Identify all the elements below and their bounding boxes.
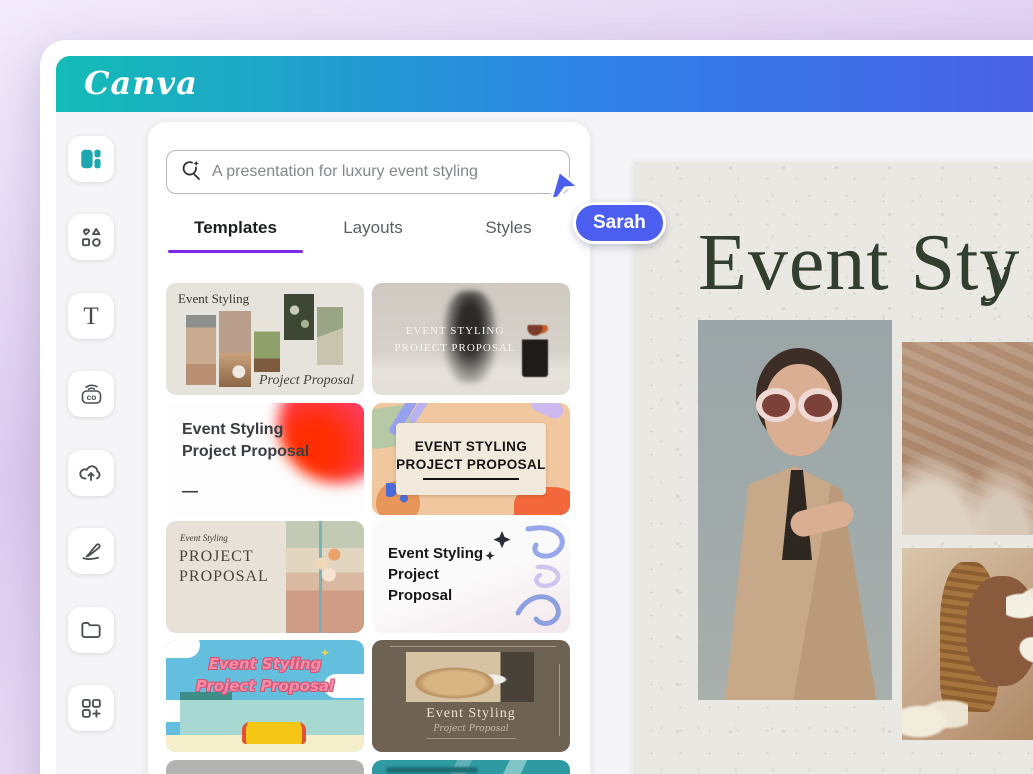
template-subtitle: Project Proposal: [259, 373, 354, 389]
template-card-gradient-blob[interactable]: Event Styling Project Proposal —: [166, 403, 364, 515]
sidebar-item-apps[interactable]: [68, 685, 114, 731]
template-caption: EVENT STYLING PROJECT PROPOSAL: [390, 323, 520, 356]
templates-panel: Templates Layouts Styles Event Styling P…: [148, 122, 590, 774]
eyebrow-text: Event Styling: [180, 533, 228, 543]
canvas-title-text[interactable]: Event Sty: [698, 218, 1020, 309]
underline-rule: [423, 478, 519, 480]
sidebar-item-text[interactable]: T: [68, 293, 114, 339]
sunglasses-lens: [804, 394, 832, 417]
folder-icon: [78, 617, 104, 643]
title-line1: Event Styling: [209, 655, 322, 673]
design-canvas[interactable]: Event Sty y: [634, 162, 1033, 774]
collaborator-name-badge: Sarah: [573, 202, 666, 244]
template-title: Event Styling Project Proposal: [182, 419, 309, 462]
moodboard-photo: [317, 307, 343, 365]
template-title: PROJECT PROPOSAL: [179, 547, 269, 587]
template-card-beige-split[interactable]: Event Styling PROJECT PROPOSAL: [166, 521, 364, 633]
collage-text-panel: EVENT STYLING PROJECT PROPOSAL: [396, 423, 546, 495]
screenshot-stage: Canva T: [0, 0, 1033, 774]
dash-mark: —: [182, 483, 198, 501]
title-line2: PROJECT PROPOSAL: [396, 456, 546, 474]
template-card-brown-minimal[interactable]: Event Styling Project Proposal: [372, 640, 570, 752]
model-sunglasses-portrait[interactable]: [698, 320, 892, 700]
sunglasses-lens: [762, 394, 790, 417]
template-card-blurred-photo[interactable]: EVENT STYLING PROJECT PROPOSAL: [372, 283, 570, 395]
magic-search-icon: [179, 158, 203, 187]
sidebar-item-draw[interactable]: [68, 528, 114, 574]
table-setting-photo: [286, 521, 364, 633]
title-line2: PROPOSAL: [179, 568, 269, 585]
app-header: Canva: [56, 56, 1033, 112]
side-table-with-flowers: [522, 325, 548, 377]
template-card-partial-gray[interactable]: [166, 760, 364, 774]
template-title: Event Styling Project Proposal: [388, 543, 483, 606]
bowl-interior-photo: [406, 652, 534, 702]
template-card-pastel-collage[interactable]: EVENT STYLING PROJECT PROPOSAL: [372, 403, 570, 515]
sidebar-item-brand[interactable]: co: [68, 371, 114, 417]
white-flower: [1006, 586, 1033, 626]
template-card-retro-cartoon[interactable]: ✦ Event Styling Project Proposal: [166, 640, 364, 752]
caption-line2: PROJECT PROPOSAL: [394, 342, 515, 354]
title-line2: Project Proposal: [182, 443, 309, 460]
title-line2: Project: [388, 566, 439, 583]
design-grid-icon: [78, 146, 104, 172]
template-card-chrome-ribbons[interactable]: Event Styling Project Proposal: [372, 521, 570, 633]
svg-text:co: co: [86, 391, 96, 401]
collaborator-cursor-icon: [546, 168, 582, 204]
sidebar-item-projects[interactable]: [68, 607, 114, 653]
sidebar-item-design[interactable]: [68, 136, 114, 182]
tab-styles[interactable]: Styles: [466, 218, 551, 238]
sidebar-item-uploads[interactable]: [68, 450, 114, 496]
tab-layouts[interactable]: Layouts: [323, 218, 423, 238]
white-flower: [902, 694, 968, 740]
template-title: Event Styling Project Proposal: [166, 654, 364, 698]
chrome-ribbon-art: [478, 521, 570, 633]
tab-templates[interactable]: Templates: [168, 218, 303, 238]
template-card-partial-teal[interactable]: [372, 760, 570, 774]
shapes-icon: [78, 224, 104, 250]
title-line2: Project Proposal: [196, 677, 334, 695]
underline-rule: [426, 738, 516, 739]
title-line1: Event Styling: [182, 421, 283, 438]
template-card-moodboard[interactable]: Event Styling Project Proposal: [166, 283, 364, 395]
moodboard-photo: [186, 315, 216, 385]
text-icon: T: [83, 304, 98, 329]
search-input[interactable]: [212, 163, 557, 181]
title-line1: EVENT STYLING: [415, 438, 527, 456]
title-line3: Proposal: [388, 587, 452, 604]
template-script-subtitle: Project Proposal: [372, 724, 570, 734]
model-flowers-portrait[interactable]: [902, 548, 1033, 740]
pen-draw-icon: [78, 538, 104, 564]
sand-texture-photo[interactable]: [902, 342, 1033, 535]
search-bar[interactable]: [166, 150, 570, 194]
template-title: Event Styling: [372, 706, 570, 722]
canvas-script-fragment[interactable]: y: [984, 248, 1010, 302]
moodboard-photo: [219, 353, 251, 387]
collage-lilac-streak: [528, 403, 566, 421]
title-line1: PROJECT: [179, 548, 254, 565]
co-badge-icon: co: [78, 381, 105, 408]
apps-grid-icon: [78, 695, 104, 721]
moodboard-photo: [254, 320, 280, 372]
cloud-upload-icon: [78, 460, 104, 486]
text-fragment-hint: [386, 767, 478, 773]
frame-line: [390, 646, 556, 647]
canva-logo[interactable]: Canva: [84, 64, 198, 102]
sidebar-item-elements[interactable]: [68, 214, 114, 260]
caption-line1: EVENT STYLING: [406, 325, 505, 337]
active-tab-underline: [168, 250, 303, 253]
moodboard-photo: [284, 294, 314, 340]
yellow-couch: [242, 722, 306, 744]
template-title: Event Styling: [178, 291, 249, 307]
title-line1: Event Styling: [388, 545, 483, 562]
